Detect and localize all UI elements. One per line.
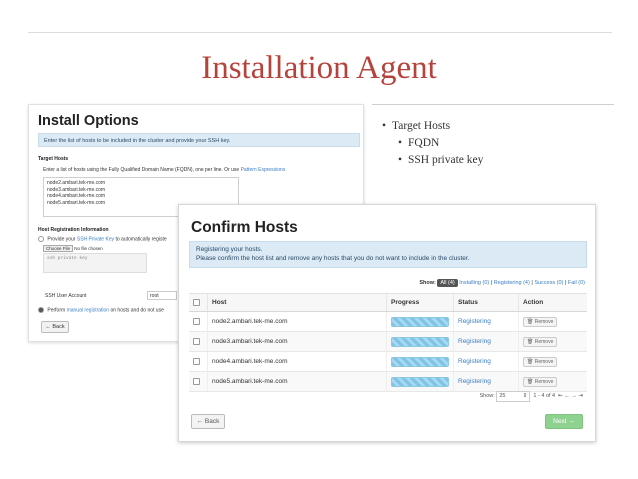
- file-picker: Choose File No file chosen: [43, 245, 103, 252]
- chevron-down-icon: ⇕: [522, 393, 528, 399]
- confirm-back-button[interactable]: ← Back: [191, 414, 225, 429]
- choose-file-button[interactable]: Choose File: [43, 245, 74, 252]
- row-checkbox[interactable]: [193, 357, 200, 365]
- table-row: node2.ambari.tek-me.com Registering 🗑 Re…: [189, 311, 587, 332]
- manual-registration-link[interactable]: manual registration: [67, 307, 110, 313]
- confirm-next-button[interactable]: Next →: [545, 414, 583, 429]
- confirm-hosts-panel: Confirm Hosts Registering your hosts. Pl…: [178, 204, 596, 442]
- column-action: Action: [518, 293, 587, 312]
- remove-button[interactable]: 🗑 Remove: [523, 376, 558, 387]
- remove-button[interactable]: 🗑 Remove: [523, 356, 558, 367]
- column-progress: Progress: [386, 293, 454, 312]
- table-header-row: Host Progress Status Action: [189, 293, 587, 312]
- table-pager: Show: 25 ⇕ 1 - 4 of 4 ⇤ ← → ⇥: [179, 391, 583, 402]
- row-checkbox[interactable]: [193, 317, 200, 325]
- filter-fail[interactable]: Fail (0): [568, 280, 585, 286]
- no-file-text: No file chosen: [74, 246, 103, 251]
- page-size-select[interactable]: 25 ⇕: [496, 391, 531, 402]
- hosts-table: Host Progress Status Action node2.ambari…: [189, 293, 587, 392]
- status-link[interactable]: Registering: [458, 318, 491, 325]
- slide-title: Installation Agent: [201, 50, 437, 86]
- target-hosts-label: Target Hosts: [38, 156, 69, 162]
- filter-success[interactable]: Success (0): [534, 280, 563, 286]
- table-row: node4.ambari.tek-me.com Registering 🗑 Re…: [189, 351, 587, 372]
- slide-top-rule: [28, 32, 612, 33]
- select-all-checkbox[interactable]: [193, 298, 200, 306]
- page-range: 1 - 4 of 4: [533, 393, 556, 399]
- host-name: node2.ambari.tek-me.com: [207, 311, 387, 332]
- ssh-key-option: Provide your SSH Private Key to automati…: [38, 236, 167, 242]
- status-link[interactable]: Registering: [458, 378, 491, 385]
- install-options-info: Enter the list of hosts to be included i…: [38, 133, 360, 147]
- ssh-user-label: SSH User Account: [45, 293, 87, 299]
- remove-button[interactable]: 🗑 Remove: [523, 336, 558, 347]
- manual-registration-option: Perform manual registration on hosts and…: [38, 307, 164, 313]
- table-row: node3.ambari.tek-me.com Registering 🗑 Re…: [189, 331, 587, 352]
- target-hosts-help: Enter a list of hosts using the Fully Qu…: [43, 167, 286, 173]
- column-host[interactable]: Host: [207, 293, 387, 312]
- ssh-user-input[interactable]: root: [147, 291, 177, 300]
- install-back-button[interactable]: ← Back: [41, 321, 69, 333]
- bullet-item: • SSH private key: [398, 154, 484, 166]
- table-row: node5.ambari.tek-me.com Registering 🗑 Re…: [189, 371, 587, 392]
- filter-installing[interactable]: Installing (0): [459, 280, 489, 286]
- filter-registering[interactable]: Registering (4): [494, 280, 530, 286]
- manual-registration-radio[interactable]: [38, 307, 44, 313]
- progress-bar: [391, 376, 449, 387]
- bullet-item: • FQDN: [398, 137, 440, 149]
- host-filter-bar: Show: All (4) Installing (0) | Registeri…: [419, 279, 585, 287]
- remove-button[interactable]: 🗑 Remove: [523, 316, 558, 327]
- row-checkbox[interactable]: [193, 377, 200, 385]
- install-options-title: Install Options: [38, 113, 139, 129]
- trash-icon: 🗑: [527, 378, 534, 385]
- confirm-hosts-title: Confirm Hosts: [191, 219, 298, 236]
- progress-bar: [391, 356, 449, 367]
- host-registration-label: Host Registration Information: [38, 227, 109, 233]
- host-name: node3.ambari.tek-me.com: [207, 331, 387, 352]
- next-icon[interactable]: →: [571, 393, 577, 399]
- slide-side-rule: [372, 104, 614, 105]
- host-name: node4.ambari.tek-me.com: [207, 351, 387, 372]
- progress-bar: [391, 336, 449, 347]
- filter-all[interactable]: All (4): [437, 279, 458, 287]
- pattern-expressions-link[interactable]: Pattern Expressions: [241, 167, 286, 173]
- last-page-icon[interactable]: ⇥: [578, 393, 583, 399]
- ssh-key-link[interactable]: SSH Private Key: [77, 236, 114, 242]
- confirm-hosts-info: Registering your hosts. Please confirm t…: [189, 241, 587, 268]
- trash-icon: 🗑: [527, 318, 534, 325]
- status-link[interactable]: Registering: [458, 358, 491, 365]
- row-checkbox[interactable]: [193, 337, 200, 345]
- prev-page-icon[interactable]: ⇤: [558, 393, 563, 399]
- host-name: node5.ambari.tek-me.com: [207, 371, 387, 392]
- slide-bullets: • Target Hosts • FQDN • SSH private key: [382, 118, 483, 169]
- prev-icon[interactable]: ←: [564, 393, 570, 399]
- trash-icon: 🗑: [527, 338, 534, 345]
- ssh-key-textarea[interactable]: ssh private key: [43, 253, 147, 273]
- column-status: Status: [453, 293, 519, 312]
- trash-icon: 🗑: [527, 358, 534, 365]
- progress-bar: [391, 316, 449, 327]
- bullet-item: • Target Hosts: [382, 120, 451, 132]
- ssh-key-radio[interactable]: [38, 236, 44, 242]
- status-link[interactable]: Registering: [458, 338, 491, 345]
